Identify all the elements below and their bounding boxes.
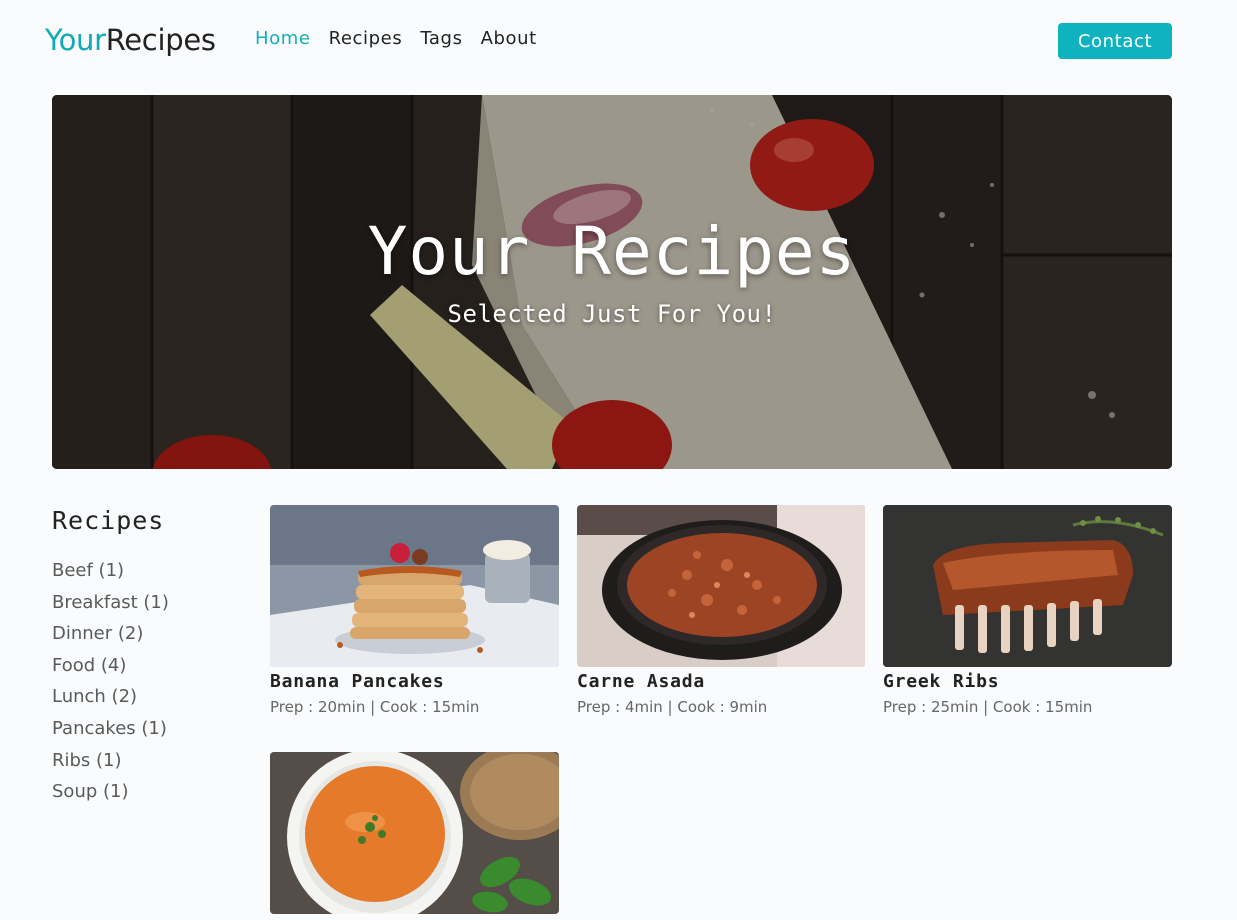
- recipe-meta: Prep : 25min | Cook : 15min: [883, 698, 1093, 716]
- recipe-card[interactable]: [270, 752, 559, 914]
- carne-asada-photo[interactable]: [577, 505, 866, 667]
- tags-sidebar: Recipes Beef (1) Breakfast (1) Dinner (2…: [52, 506, 252, 812]
- pancakes-photo[interactable]: [270, 505, 559, 667]
- hero-banner: Your Recipes Selected Just For You!: [52, 95, 1172, 469]
- recipe-title[interactable]: Banana Pancakes: [270, 671, 559, 692]
- hero-title: Your Recipes: [367, 213, 857, 290]
- tag-link-pancakes[interactable]: Pancakes (1): [52, 717, 252, 749]
- recipe-card[interactable]: Banana Pancakes Prep : 20min | Cook : 15…: [270, 505, 559, 716]
- top-navbar: YourRecipes Home Recipes Tags About Cont…: [0, 0, 1237, 80]
- tag-link-lunch[interactable]: Lunch (2): [52, 685, 252, 717]
- tag-link-dinner[interactable]: Dinner (2): [52, 622, 252, 654]
- brand-accent: Your: [45, 23, 106, 57]
- recipe-meta: Prep : 20min | Cook : 15min: [270, 698, 480, 716]
- tag-list: Beef (1) Breakfast (1) Dinner (2) Food (…: [52, 559, 252, 812]
- tag-link-soup[interactable]: Soup (1): [52, 780, 252, 812]
- tag-link-beef[interactable]: Beef (1): [52, 559, 252, 591]
- recipe-meta: Prep : 4min | Cook : 9min: [577, 698, 768, 716]
- tag-link-ribs[interactable]: Ribs (1): [52, 749, 252, 781]
- brand-rest: Recipes: [105, 23, 216, 57]
- nav-link-about[interactable]: About: [481, 28, 537, 49]
- brand-logo[interactable]: YourRecipes: [45, 23, 216, 57]
- contact-button[interactable]: Contact: [1058, 23, 1172, 59]
- nav-link-recipes[interactable]: Recipes: [329, 28, 403, 49]
- soup-photo[interactable]: [270, 752, 559, 914]
- recipe-title[interactable]: Greek Ribs: [883, 671, 1172, 692]
- hero-subtitle: Selected Just For You!: [447, 300, 777, 328]
- tag-link-food[interactable]: Food (4): [52, 654, 252, 686]
- recipe-card[interactable]: Greek Ribs Prep : 25min | Cook : 15min: [883, 505, 1172, 716]
- nav-link-home[interactable]: Home: [255, 28, 311, 49]
- sidebar-heading: Recipes: [52, 506, 165, 535]
- tag-link-breakfast[interactable]: Breakfast (1): [52, 591, 252, 623]
- nav-links: Home Recipes Tags About: [255, 28, 555, 49]
- ribs-photo[interactable]: [883, 505, 1172, 667]
- recipe-title[interactable]: Carne Asada: [577, 671, 866, 692]
- recipe-card[interactable]: Carne Asada Prep : 4min | Cook : 9min: [577, 505, 866, 716]
- nav-link-tags[interactable]: Tags: [420, 28, 462, 49]
